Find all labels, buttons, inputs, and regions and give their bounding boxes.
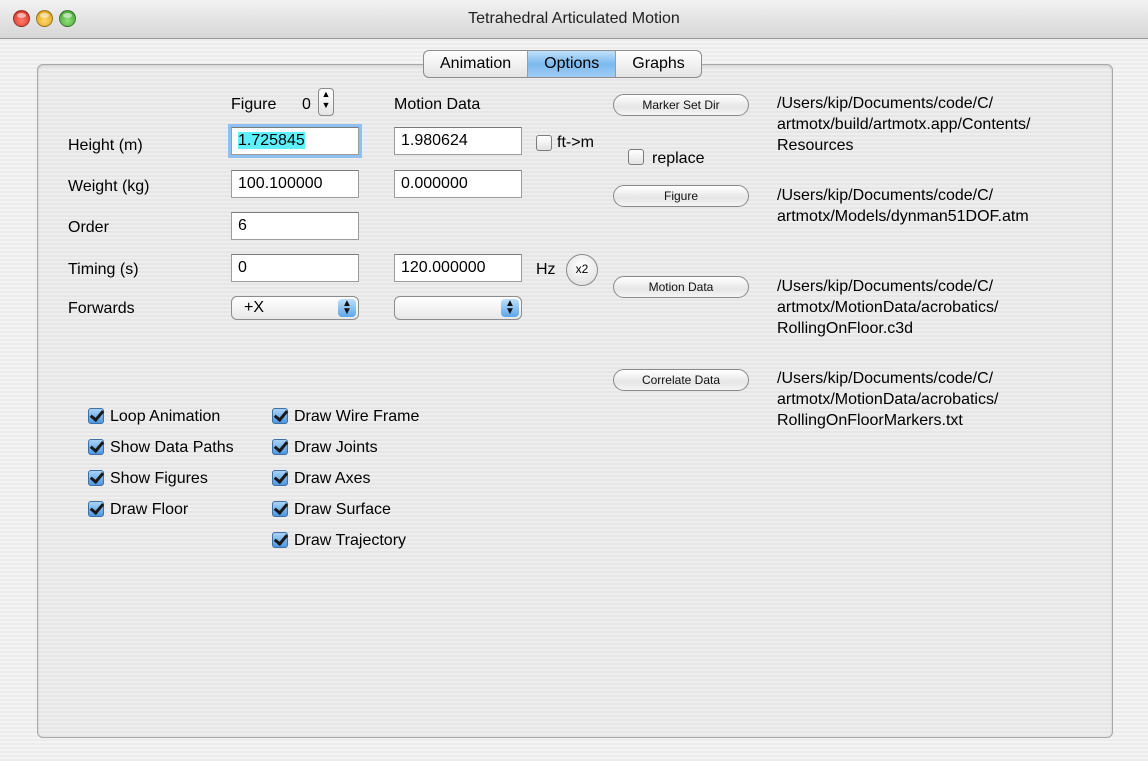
loop-animation-checkbox[interactable] <box>88 408 104 424</box>
ft-to-m-label: ft->m <box>557 134 594 151</box>
motion-data-button[interactable]: Motion Data <box>613 276 749 298</box>
draw-joints-checkbox[interactable] <box>272 439 288 455</box>
draw-axes-label: Draw Axes <box>294 470 371 487</box>
draw-trajectory-label: Draw Trajectory <box>294 532 407 549</box>
draw-joints-label: Draw Joints <box>294 439 378 456</box>
draw-floor-label: Draw Floor <box>110 501 189 518</box>
window-titlebar: Tetrahedral Articulated Motion <box>0 0 1148 39</box>
correlate-data-button[interactable]: Correlate Data <box>613 369 749 391</box>
draw-axes-checkbox[interactable] <box>272 470 288 486</box>
motion-data-header: Motion Data <box>394 96 481 113</box>
order-label: Order <box>68 219 109 236</box>
figure-index-stepper[interactable]: ▲ ▼ <box>318 88 334 116</box>
tab-bar: Animation Options Graphs <box>423 50 702 78</box>
ft-to-m-checkbox[interactable] <box>536 135 552 151</box>
replace-label: replace <box>652 150 705 167</box>
correlate-data-path: /Users/kip/Documents/code/C/artmotx/Moti… <box>777 370 999 429</box>
order-field[interactable]: 6 <box>231 212 359 240</box>
draw-wire-frame-checkbox[interactable] <box>272 408 288 424</box>
draw-surface-checkbox[interactable] <box>272 501 288 517</box>
motion-data-path: /Users/kip/Documents/code/C/artmotx/Moti… <box>777 278 999 337</box>
timing-motion-field[interactable]: 120.000000 <box>394 254 522 282</box>
window-title: Tetrahedral Articulated Motion <box>468 10 680 27</box>
timing-figure-field[interactable]: 0 <box>231 254 359 282</box>
draw-wire-frame-label: Draw Wire Frame <box>294 408 420 425</box>
timing-label: Timing (s) <box>68 261 139 278</box>
stepper-down-icon: ▼ <box>321 100 331 110</box>
draw-surface-label: Draw Surface <box>294 501 391 518</box>
show-figures-checkbox[interactable] <box>88 470 104 486</box>
forwards-label: Forwards <box>68 300 135 317</box>
figure-button[interactable]: Figure <box>613 185 749 207</box>
stepper-up-icon: ▲ <box>321 89 331 99</box>
height-figure-field[interactable]: 1.725845 <box>231 127 359 155</box>
figure-header: Figure <box>231 96 277 113</box>
weight-label: Weight (kg) <box>68 178 150 195</box>
replace-checkbox[interactable] <box>628 149 644 165</box>
loop-animation-label: Loop Animation <box>110 408 221 425</box>
tab-options[interactable]: Options <box>528 51 617 77</box>
popup-arrows-icon: ▲ ▼ <box>338 299 356 317</box>
double-rate-button[interactable]: x2 <box>566 254 598 286</box>
marker-set-dir-button[interactable]: Marker Set Dir <box>613 94 749 116</box>
popup-arrows-icon: ▲ ▼ <box>501 299 519 317</box>
draw-trajectory-checkbox[interactable] <box>272 532 288 548</box>
weight-figure-field[interactable]: 100.100000 <box>231 170 359 198</box>
forwards-figure-value: +X <box>244 299 265 316</box>
tab-animation[interactable]: Animation <box>424 51 529 77</box>
show-data-paths-label: Show Data Paths <box>110 439 234 456</box>
weight-motion-field[interactable]: 0.000000 <box>394 170 522 198</box>
height-label: Height (m) <box>68 137 143 154</box>
figure-index: 0 <box>302 96 311 113</box>
hz-unit-label: Hz <box>536 261 556 278</box>
show-figures-label: Show Figures <box>110 470 208 487</box>
draw-floor-checkbox[interactable] <box>88 501 104 517</box>
marker-set-dir-path: /Users/kip/Documents/code/C/artmotx/buil… <box>777 95 1031 154</box>
forwards-figure-popup[interactable]: +X ▲ ▼ <box>231 296 359 320</box>
height-figure-value: 1.725845 <box>238 132 305 149</box>
figure-path: /Users/kip/Documents/code/C/artmotx/Mode… <box>777 187 1029 225</box>
height-motion-field[interactable]: 1.980624 <box>394 127 522 155</box>
tab-graphs[interactable]: Graphs <box>616 51 700 77</box>
forwards-motion-popup[interactable]: ▲ ▼ <box>394 296 522 320</box>
show-data-paths-checkbox[interactable] <box>88 439 104 455</box>
